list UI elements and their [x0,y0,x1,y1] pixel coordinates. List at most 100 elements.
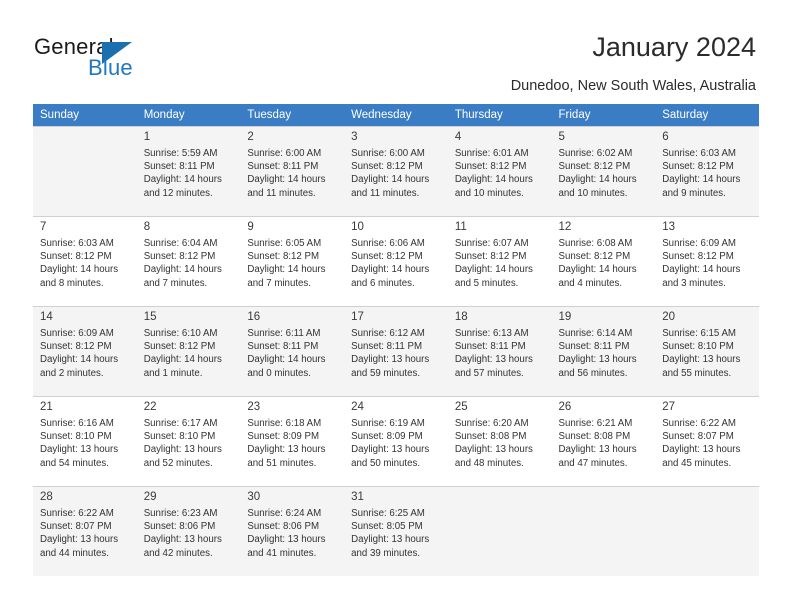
day-number: 2 [247,131,254,143]
day-daylight1-line: Daylight: 14 hours [662,264,741,276]
calendar-day-cell[interactable]: 18 Sunrise: 6:13 AM Sunset: 8:11 PM Dayligh… [447,306,552,396]
day-sun-info: Sunrise: 6:16 AM Sunset: 8:10 PM Daylight:… [40,417,131,470]
day-daylight1-line: Daylight: 13 hours [558,354,637,366]
calendar-day-cell[interactable]: 25 Sunrise: 6:20 AM Sunset: 8:08 PM Dayligh… [447,396,552,486]
calendar-day-cell[interactable]: 11 Sunrise: 6:07 AM Sunset: 8:12 PM Dayligh… [447,216,552,306]
day-daylight1-line: Daylight: 13 hours [662,444,741,456]
calendar-day-cell[interactable]: 31 Sunrise: 6:25 AM Sunset: 8:05 PM Dayligh… [344,486,448,576]
day-sunrise-line: Sunrise: 6:23 AM [143,508,218,519]
day-sun-info: Sunrise: 6:04 AM Sunset: 8:12 PM Daylight:… [144,237,235,290]
calendar-day-cell[interactable]: 20 Sunrise: 6:15 AM Sunset: 8:10 PM Dayligh… [655,306,759,396]
calendar-day-cell[interactable]: 26 Sunrise: 6:21 AM Sunset: 8:08 PM Dayligh… [551,396,656,486]
calendar-day-cell[interactable]: 27 Sunrise: 6:22 AM Sunset: 8:07 PM Dayligh… [655,396,759,486]
day-daylight2-line: and 2 minutes. [40,367,104,379]
day-daylight1-line: Daylight: 13 hours [247,534,326,546]
weekday-header-sunday: Sunday [33,104,137,126]
day-sun-info: Sunrise: 6:13 AM Sunset: 8:11 PM Daylight:… [455,327,546,380]
calendar-day-cell[interactable]: 23 Sunrise: 6:18 AM Sunset: 8:09 PM Dayligh… [240,396,345,486]
calendar-week-row: 7 Sunrise: 6:03 AM Sunset: 8:12 PM Daylight… [33,216,759,306]
day-content: 10 Sunrise: 6:06 AM Sunset: 8:12 PM Dayligh… [344,216,448,306]
calendar-day-cell[interactable]: 19 Sunrise: 6:14 AM Sunset: 8:11 PM Dayligh… [551,306,656,396]
calendar-day-cell[interactable]: 13 Sunrise: 6:09 AM Sunset: 8:12 PM Dayligh… [655,216,759,306]
calendar-day-cell[interactable]: 14 Sunrise: 6:09 AM Sunset: 8:12 PM Dayligh… [33,306,137,396]
day-number: 19 [558,311,572,323]
day-number: 7 [40,221,47,233]
day-sunrise-line: Sunrise: 6:03 AM [662,148,736,159]
calendar-day-cell [33,126,137,216]
calendar-day-cell[interactable]: 17 Sunrise: 6:12 AM Sunset: 8:11 PM Dayligh… [344,306,448,396]
day-content: 7 Sunrise: 6:03 AM Sunset: 8:12 PM Daylight… [33,216,137,306]
calendar-day-cell[interactable]: 24 Sunrise: 6:19 AM Sunset: 8:09 PM Dayligh… [344,396,448,486]
day-daylight2-line: and 42 minutes. [143,547,213,559]
calendar-day-cell[interactable]: 22 Sunrise: 6:17 AM Sunset: 8:10 PM Dayligh… [136,396,241,486]
day-sunset-line: Sunset: 8:12 PM [454,251,527,263]
calendar-week-row: 14 Sunrise: 6:09 AM Sunset: 8:12 PM Dayligh… [33,306,759,396]
day-daylight2-line: and 5 minutes. [454,277,519,289]
day-daylight2-line: and 4 minutes. [558,277,623,289]
day-sunrise-line: Sunrise: 5:59 AM [143,148,218,159]
day-number: 21 [40,401,53,413]
calendar-day-cell[interactable]: 9 Sunrise: 6:05 AM Sunset: 8:12 PM Daylight… [240,216,345,306]
calendar-day-cell[interactable]: 30 Sunrise: 6:24 AM Sunset: 8:06 PM Dayligh… [240,486,345,576]
calendar-day-cell[interactable]: 29 Sunrise: 6:23 AM Sunset: 8:06 PM Dayligh… [136,486,241,576]
day-daylight1-line: Daylight: 13 hours [40,444,119,456]
calendar-day-cell[interactable]: 8 Sunrise: 6:04 AM Sunset: 8:12 PM Daylight… [136,216,241,306]
day-content [33,126,137,216]
day-sunrise-line: Sunrise: 6:17 AM [143,418,218,429]
calendar-day-cell[interactable]: 15 Sunrise: 6:10 AM Sunset: 8:12 PM Dayligh… [136,306,241,396]
day-content: 14 Sunrise: 6:09 AM Sunset: 8:12 PM Dayligh… [33,306,137,396]
calendar-day-cell [447,486,552,576]
day-number: 23 [247,401,261,413]
calendar-day-cell[interactable]: 5 Sunrise: 6:02 AM Sunset: 8:12 PM Daylight… [551,126,656,216]
day-sun-info: Sunrise: 6:17 AM Sunset: 8:10 PM Daylight:… [144,417,235,470]
day-daylight1-line: Daylight: 13 hours [351,534,430,546]
day-sun-info: Sunrise: 6:22 AM Sunset: 8:07 PM Daylight:… [40,507,131,560]
day-daylight2-line: and 1 minute. [143,367,203,379]
day-sunset-line: Sunset: 8:05 PM [351,521,423,533]
day-content: 3 Sunrise: 6:00 AM Sunset: 8:12 PM Daylight… [344,126,448,216]
day-sunset-line: Sunset: 8:12 PM [558,251,631,263]
day-daylight2-line: and 11 minutes. [247,187,316,199]
day-content: 16 Sunrise: 6:11 AM Sunset: 8:11 PM Dayligh… [240,306,345,396]
calendar-day-cell[interactable]: 2 Sunrise: 6:00 AM Sunset: 8:11 PM Daylight… [240,126,345,216]
calendar-day-cell[interactable]: 6 Sunrise: 6:03 AM Sunset: 8:12 PM Daylight… [655,126,759,216]
day-sunset-line: Sunset: 8:07 PM [40,521,112,533]
day-number: 16 [247,311,261,323]
day-sun-info: Sunrise: 5:59 AM Sunset: 8:11 PM Daylight:… [144,147,235,200]
calendar-day-cell[interactable]: 7 Sunrise: 6:03 AM Sunset: 8:12 PM Daylight… [33,216,137,306]
day-sunset-line: Sunset: 8:06 PM [247,521,320,533]
day-content: 21 Sunrise: 6:16 AM Sunset: 8:10 PM Dayligh… [33,396,137,486]
calendar-day-cell[interactable]: 28 Sunrise: 6:22 AM Sunset: 8:07 PM Dayligh… [33,486,137,576]
day-content: 12 Sunrise: 6:08 AM Sunset: 8:12 PM Dayligh… [551,216,656,306]
day-daylight1-line: Daylight: 14 hours [40,264,119,276]
day-sunrise-line: Sunrise: 6:05 AM [247,238,322,249]
day-number: 1 [143,131,151,143]
calendar-day-cell[interactable]: 4 Sunrise: 6:01 AM Sunset: 8:12 PM Daylight… [447,126,552,216]
calendar-day-cell[interactable]: 1 Sunrise: 5:59 AM Sunset: 8:11 PM Daylight… [136,126,241,216]
day-daylight1-line: Daylight: 13 hours [662,354,741,366]
calendar-day-cell[interactable]: 16 Sunrise: 6:11 AM Sunset: 8:11 PM Dayligh… [240,306,345,396]
day-content: 19 Sunrise: 6:14 AM Sunset: 8:11 PM Dayligh… [551,306,656,396]
day-daylight2-line: and 11 minutes. [351,187,420,199]
calendar-day-cell[interactable]: 3 Sunrise: 6:00 AM Sunset: 8:12 PM Daylight… [344,126,448,216]
day-sunset-line: Sunset: 8:12 PM [40,341,112,353]
day-daylight1-line: Daylight: 14 hours [247,264,326,276]
day-daylight2-line: and 44 minutes. [40,547,109,559]
day-sun-info: Sunrise: 6:05 AM Sunset: 8:12 PM Daylight:… [247,237,338,290]
calendar-body: 1 Sunrise: 5:59 AM Sunset: 8:11 PM Daylight… [33,126,759,576]
day-daylight2-line: and 8 minutes. [40,277,104,289]
calendar-day-cell [655,486,759,576]
day-number: 18 [454,311,468,323]
day-number: 25 [454,401,468,413]
calendar-header-row: Sunday Monday Tuesday Wednesday Thursday… [33,104,759,126]
day-sunset-line: Sunset: 8:10 PM [143,431,216,443]
day-daylight2-line: and 6 minutes. [351,277,415,289]
day-sunset-line: Sunset: 8:06 PM [143,521,216,533]
calendar-day-cell[interactable]: 12 Sunrise: 6:08 AM Sunset: 8:12 PM Dayligh… [551,216,656,306]
day-content: 4 Sunrise: 6:01 AM Sunset: 8:12 PM Daylight… [447,126,552,216]
calendar-day-cell[interactable]: 21 Sunrise: 6:16 AM Sunset: 8:10 PM Dayligh… [33,396,137,486]
day-sunrise-line: Sunrise: 6:03 AM [40,238,114,249]
calendar-day-cell[interactable]: 10 Sunrise: 6:06 AM Sunset: 8:12 PM Dayligh… [344,216,448,306]
day-sunset-line: Sunset: 8:09 PM [351,431,423,443]
day-daylight1-line: Daylight: 13 hours [247,444,326,456]
